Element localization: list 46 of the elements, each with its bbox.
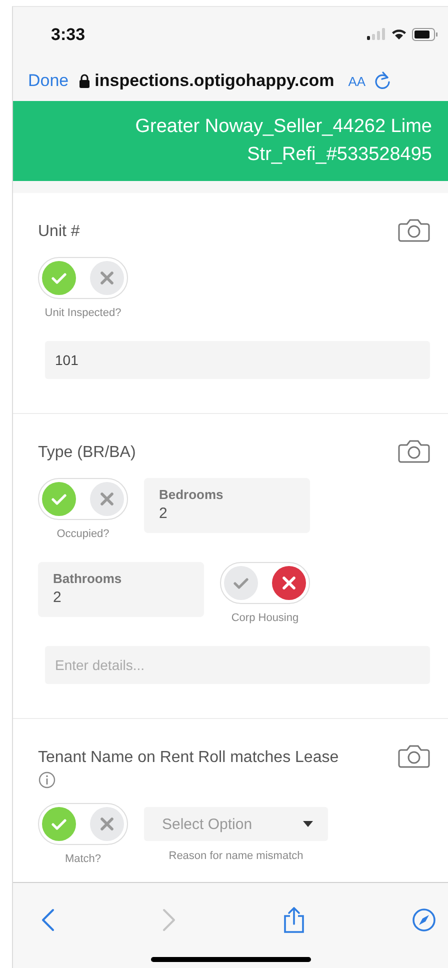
close-icon — [100, 271, 114, 285]
signal-icon — [366, 28, 386, 40]
back-icon[interactable] — [41, 908, 55, 932]
yes-no-toggle[interactable] — [220, 562, 310, 604]
close-icon — [100, 492, 114, 506]
field-value: 2 — [53, 589, 62, 606]
done-button[interactable]: Done — [28, 71, 69, 91]
camera-icon[interactable] — [398, 438, 430, 464]
number-field[interactable]: Bedrooms 2 — [144, 478, 310, 533]
lock-icon — [78, 74, 90, 88]
wifi-icon — [391, 28, 407, 40]
caret-icon — [303, 821, 313, 827]
field-label: Bathrooms — [53, 571, 123, 586]
yes-no-toggle[interactable] — [38, 478, 128, 520]
info-icon[interactable] — [38, 771, 56, 789]
toggle-caption: Match? — [64, 853, 102, 865]
share-icon[interactable] — [283, 906, 305, 934]
toggle-caption: Occupied? — [56, 528, 110, 540]
yes-no-toggle[interactable] — [38, 803, 128, 845]
battery-icon — [412, 28, 438, 40]
field-value: 2 — [159, 505, 168, 522]
text-field[interactable]: 101 — [45, 341, 430, 379]
check-icon — [51, 818, 67, 830]
close-icon — [282, 576, 296, 590]
camera-icon[interactable] — [398, 217, 430, 243]
text-field[interactable]: Enter details... — [45, 646, 430, 684]
check-icon — [233, 577, 249, 589]
check-icon — [51, 493, 67, 505]
reload-icon[interactable] — [374, 71, 392, 91]
text-size-button[interactable]: AA — [348, 74, 366, 88]
url-text[interactable]: inspections.optigohappy.com — [94, 71, 334, 91]
page-title: Greater Noway_Seller_44262 Lime Str_Refi_#533528495 — [134, 115, 432, 167]
check-icon — [51, 272, 67, 284]
yes-no-toggle[interactable] — [38, 257, 128, 299]
time: 3:33 — [51, 25, 86, 45]
compass-icon[interactable] — [412, 908, 436, 932]
question-title: Tenant Name on Rent Roll matches Lease — [38, 749, 339, 767]
camera-icon[interactable] — [398, 743, 430, 769]
close-icon — [100, 817, 114, 831]
toggle-caption: Corp Housing — [231, 612, 299, 624]
toggle-caption: Unit Inspected? — [44, 307, 122, 319]
number-field[interactable]: Bathrooms 2 — [38, 562, 204, 617]
question-title: Type (BR/BA) — [38, 444, 136, 462]
question-title: Unit # — [38, 223, 80, 241]
field-label: Bedrooms — [159, 487, 224, 502]
field-caption: Reason for name mismatch — [168, 850, 304, 862]
